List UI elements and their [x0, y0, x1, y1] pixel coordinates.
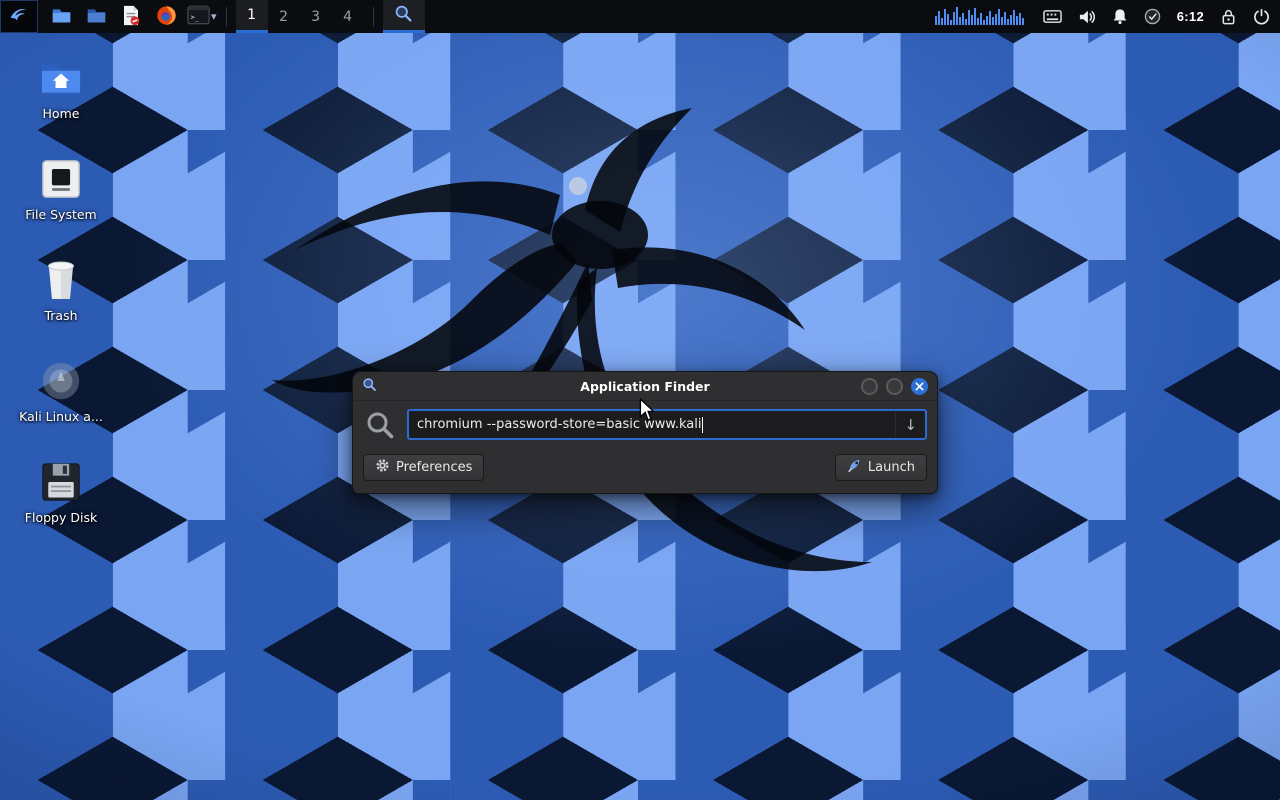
trash-icon [38, 258, 84, 302]
file-system-drive-icon [38, 157, 84, 201]
floppy-disk-icon [38, 460, 84, 504]
command-input-value: chromium --password-store=basic www.kali [417, 417, 701, 432]
titlebar[interactable]: Application Finder [353, 372, 937, 401]
gear-icon [375, 458, 390, 477]
finder-content: chromium --password-store=basic www.kali… [353, 401, 937, 493]
panel-separator [226, 7, 227, 27]
desktop-icon-home[interactable]: Home [18, 56, 104, 121]
dropdown-arrow-icon[interactable]: ↓ [895, 411, 917, 438]
panel-launchers: >_ ▾ [47, 3, 217, 31]
launch-icon [847, 458, 862, 477]
kali-installer-icon [38, 359, 84, 403]
launch-button[interactable]: Launch [835, 454, 927, 481]
window-controls [861, 378, 928, 395]
audio-visualizer-icon [935, 4, 1027, 30]
status-icon[interactable] [1144, 8, 1161, 25]
application-finder-task-icon [394, 4, 413, 26]
workspace-4-button[interactable]: 4 [332, 0, 364, 33]
desktop-icon-label: Trash [44, 308, 77, 323]
search-icon [363, 410, 397, 440]
text-cursor [702, 417, 703, 433]
workspace-switcher: 1 2 3 4 [236, 0, 364, 33]
firefox-icon [156, 5, 177, 29]
maximize-button[interactable] [886, 378, 903, 395]
kali-logo-icon [8, 4, 30, 29]
desktop-icon-label: Kali Linux a... [19, 409, 103, 424]
desktop-icon-label: File System [25, 207, 97, 222]
panel-separator [373, 7, 374, 27]
close-button[interactable] [911, 378, 928, 395]
minimize-button[interactable] [861, 378, 878, 395]
window-icon [362, 377, 377, 396]
folder-launcher[interactable] [82, 3, 110, 31]
desktop-icon-kali-installer[interactable]: Kali Linux a... [18, 359, 104, 424]
taskbar-application-finder[interactable] [383, 0, 425, 33]
desktop-icon-label: Floppy Disk [25, 510, 97, 525]
top-panel: >_ ▾ 1 2 3 4 [0, 0, 1280, 33]
volume-icon[interactable] [1078, 9, 1096, 25]
command-input[interactable]: chromium --password-store=basic www.kali… [407, 409, 927, 440]
document-icon [121, 5, 141, 29]
application-finder-window: Application Finder chromium --password-s… [352, 371, 938, 494]
lock-screen-icon[interactable] [1220, 8, 1237, 26]
dark-folder-icon [86, 5, 107, 29]
launcher-menu-caret-icon[interactable]: ▾ [211, 10, 217, 23]
text-editor-launcher[interactable] [117, 3, 145, 31]
desktop-icon-label: Home [43, 106, 80, 121]
applications-menu-button[interactable] [0, 0, 38, 33]
power-icon[interactable] [1253, 8, 1270, 25]
svg-text:>_: >_ [191, 12, 200, 21]
terminal-icon: >_ [187, 5, 210, 28]
desktop-icon-column: Home File System Trash [18, 56, 104, 525]
clock[interactable]: 6:12 [1177, 9, 1204, 24]
workspace-2-button[interactable]: 2 [268, 0, 300, 33]
preferences-label: Preferences [396, 460, 472, 475]
window-title: Application Finder [353, 379, 937, 394]
desktop-icon-floppy-disk[interactable]: Floppy Disk [18, 460, 104, 525]
file-manager-launcher[interactable] [47, 3, 75, 31]
notifications-bell-icon[interactable] [1112, 8, 1128, 25]
workspace-1-button[interactable]: 1 [236, 0, 268, 33]
launch-label: Launch [868, 460, 915, 475]
desktop-icon-file-system[interactable]: File System [18, 157, 104, 222]
keyboard-icon[interactable] [1043, 9, 1062, 24]
home-folder-icon [38, 56, 84, 100]
preferences-button[interactable]: Preferences [363, 454, 484, 481]
workspace-3-button[interactable]: 3 [300, 0, 332, 33]
terminal-launcher[interactable]: >_ ▾ [187, 3, 217, 31]
system-tray: 6:12 [935, 4, 1270, 30]
firefox-launcher[interactable] [152, 3, 180, 31]
folder-icon [51, 5, 72, 29]
desktop-icon-trash[interactable]: Trash [18, 258, 104, 323]
